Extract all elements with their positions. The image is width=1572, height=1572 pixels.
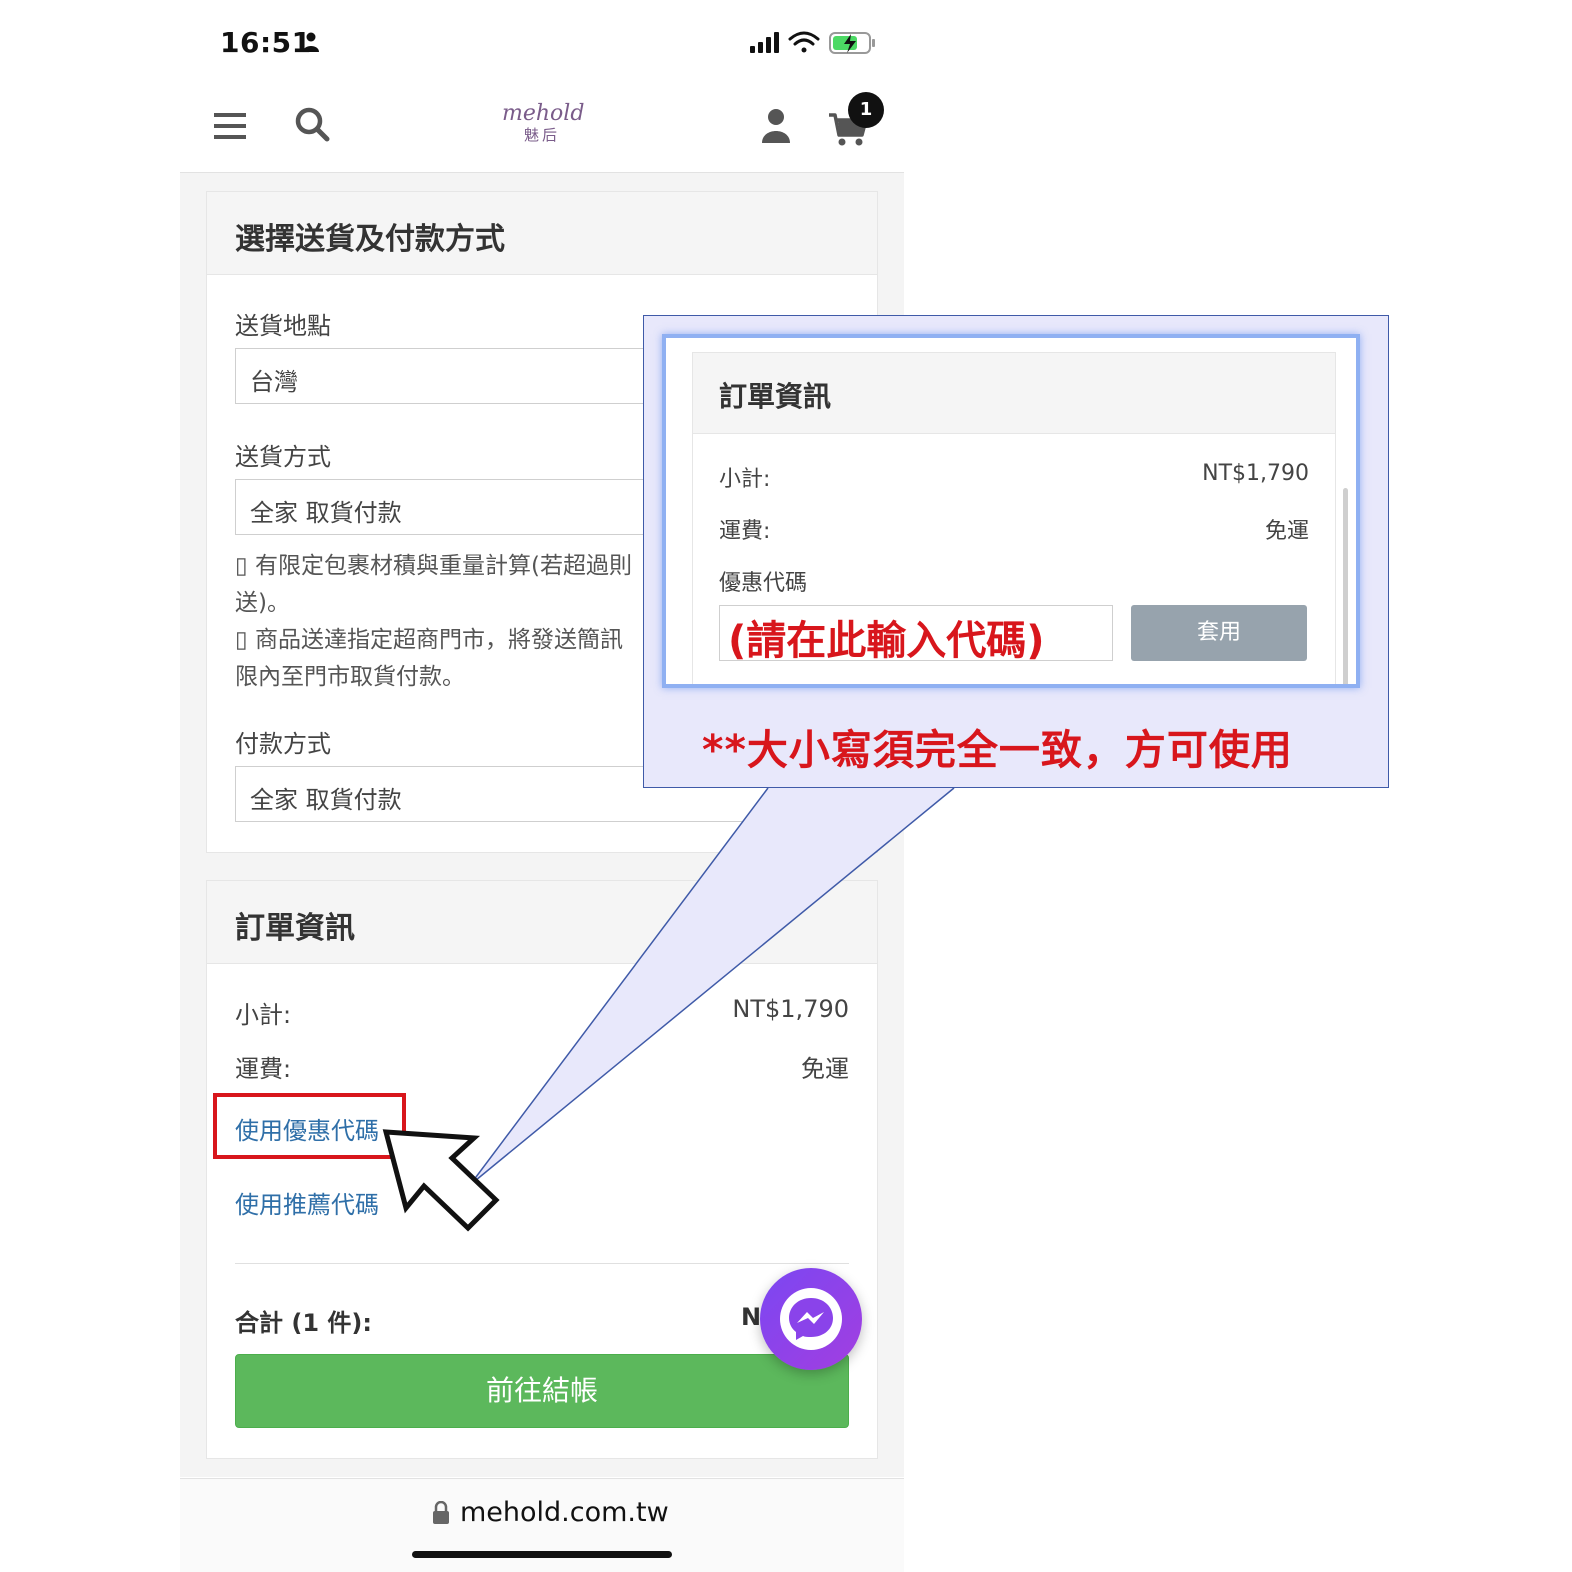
zoom-card-header: 訂單資訊	[693, 353, 1335, 434]
total-value: N	[741, 1303, 762, 1331]
zoom-scrollbar	[1343, 488, 1348, 684]
coupon-input-hint: (請在此輸入代碼)	[728, 618, 1045, 664]
home-indicator	[412, 1551, 672, 1558]
logo-text: mehold	[502, 101, 585, 126]
search-icon[interactable]	[294, 106, 330, 142]
shipping-section-title: 選擇送貨及付款方式	[235, 222, 505, 257]
coupon-code-input[interactable]: (請在此輸入代碼)	[719, 605, 1113, 664]
order-section-title: 訂單資訊	[235, 911, 355, 946]
status-indicators	[750, 31, 875, 54]
logo[interactable]: mehold 魅后	[502, 101, 585, 154]
use-referral-link[interactable]: 使用推薦代碼	[235, 1185, 379, 1220]
browser-url-bar: mehold.com.tw	[180, 1478, 904, 1572]
subtotal-value: NT$1,790	[732, 995, 849, 1023]
payment-method-value: 全家 取貨付款	[250, 786, 402, 814]
zoom-subtotal-value: NT$1,790	[1202, 461, 1309, 486]
zoom-subtotal-label: 小計:	[719, 467, 771, 492]
apply-coupon-button[interactable]: 套用	[1131, 605, 1307, 661]
zoom-coupon-label: 優惠代碼	[719, 571, 808, 596]
zoom-callout: 訂單資訊 小計: NT$1,790 運費: 免運 優惠代碼 (請在此輸入代碼) …	[643, 315, 1389, 788]
payment-method-label: 付款方式	[235, 730, 331, 758]
total-label: 合計 (1 件):	[235, 1309, 372, 1337]
zoom-shipping-fee-value: 免運	[1264, 519, 1309, 544]
menu-icon[interactable]	[214, 112, 246, 140]
pointer-arrow-icon	[382, 1129, 500, 1232]
order-divider	[235, 1263, 849, 1264]
battery-icon	[829, 32, 875, 54]
messenger-button[interactable]	[760, 1268, 862, 1370]
zoom-order-card: 訂單資訊 小計: NT$1,790 運費: 免運 優惠代碼 (請在此輸入代碼) …	[692, 352, 1336, 684]
shipping-fee-value: 免運	[801, 1055, 849, 1083]
signal-icon	[750, 32, 779, 53]
url-text[interactable]: mehold.com.tw	[460, 1497, 669, 1528]
coupon-highlight-box	[213, 1093, 406, 1159]
shipping-location-label: 送貨地點	[235, 312, 331, 340]
checkout-button[interactable]: 前往結帳	[235, 1354, 849, 1428]
shipping-location-value: 台灣	[250, 368, 298, 396]
shipping-card-header: 選擇送貨及付款方式	[207, 192, 877, 275]
wifi-icon	[788, 31, 820, 53]
status-time: 16:51	[220, 26, 312, 59]
case-sensitive-note: **大小寫須完全一致，方可使用	[702, 726, 1293, 774]
person-icon	[303, 32, 319, 52]
order-info-card: 訂單資訊 小計: NT$1,790 運費: 免運 使用優惠代碼 使用推薦代碼 合…	[206, 880, 878, 1459]
order-card-header: 訂單資訊	[207, 881, 877, 964]
top-navigation: mehold 魅后 1	[180, 84, 904, 173]
zoom-order-title: 訂單資訊	[719, 380, 832, 413]
subtotal-label: 小計:	[235, 1001, 292, 1029]
logo-subtext: 魅后	[523, 126, 560, 144]
shipping-method-label: 送貨方式	[235, 443, 331, 471]
shipping-fee-label: 運費:	[235, 1055, 292, 1083]
user-icon[interactable]	[760, 108, 792, 144]
cart-count-badge: 1	[848, 92, 884, 128]
shipping-method-value: 全家 取貨付款	[250, 499, 402, 527]
lock-icon	[433, 1501, 449, 1524]
messenger-icon-bg	[780, 1288, 842, 1350]
zoom-frame: 訂單資訊 小計: NT$1,790 運費: 免運 優惠代碼 (請在此輸入代碼) …	[662, 334, 1360, 688]
messenger-icon	[789, 1298, 833, 1340]
zoom-shipping-fee-label: 運費:	[719, 519, 771, 544]
